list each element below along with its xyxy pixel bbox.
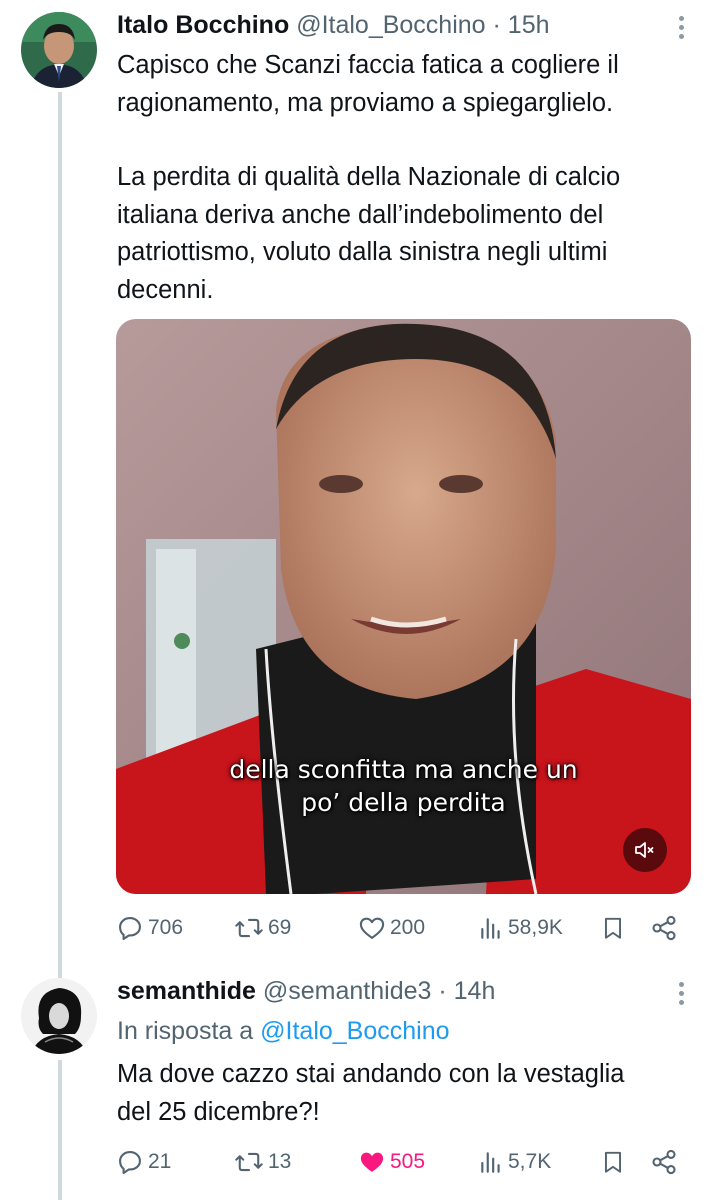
view-count: 58,9K bbox=[508, 916, 563, 939]
timestamp[interactable]: · 14h bbox=[438, 977, 495, 1005]
reply-button[interactable]: 706 bbox=[116, 910, 183, 946]
like-icon bbox=[359, 917, 385, 939]
views-button[interactable]: 58,9K bbox=[478, 910, 563, 946]
view-count: 5,7K bbox=[508, 1150, 552, 1173]
bookmark-button[interactable] bbox=[600, 1144, 626, 1180]
reply-icon bbox=[119, 1151, 141, 1175]
like-icon bbox=[360, 1152, 384, 1172]
video-caption: della sconfitta ma anche un po’ della pe… bbox=[229, 755, 578, 817]
share-button[interactable] bbox=[650, 910, 678, 946]
tweet-text: Capisco che Scanzi faccia fatica a cogli… bbox=[117, 51, 619, 117]
retweet-count: 13 bbox=[268, 1150, 292, 1173]
views-icon bbox=[481, 918, 500, 939]
muted-icon bbox=[635, 842, 654, 858]
avatar[interactable] bbox=[21, 12, 97, 88]
retweet-icon bbox=[235, 918, 263, 938]
reply-count: 21 bbox=[148, 1150, 172, 1173]
tweet-actions: 706 69 200 58,9K bbox=[116, 910, 686, 946]
bookmark-icon bbox=[604, 1151, 622, 1173]
like-button[interactable]: 505 bbox=[358, 1144, 425, 1180]
more-icon[interactable] bbox=[679, 982, 685, 1005]
bookmark-icon bbox=[604, 917, 622, 939]
reply-to-handle[interactable]: @Italo_Bocchino bbox=[260, 1017, 449, 1045]
share-button[interactable] bbox=[650, 1144, 678, 1180]
retweet-button[interactable]: 69 bbox=[234, 910, 291, 946]
reply-text: Ma dove cazzo stai andando con la vestag… bbox=[117, 1060, 625, 1126]
retweet-icon bbox=[235, 1152, 263, 1172]
retweet-count: 69 bbox=[268, 916, 292, 939]
reply-actions: 21 13 505 5,7K bbox=[116, 1144, 686, 1180]
reply-context: In risposta a @Italo_Bocchino bbox=[117, 1015, 450, 1047]
reply-to-label: In risposta a bbox=[117, 1017, 254, 1045]
reply-icon bbox=[119, 917, 141, 941]
like-count: 200 bbox=[390, 916, 426, 939]
author-handle[interactable]: @Italo_Bocchino bbox=[296, 11, 485, 39]
reply-button[interactable]: 21 bbox=[116, 1144, 171, 1180]
retweet-button[interactable]: 13 bbox=[234, 1144, 291, 1180]
author-name[interactable]: semanthide bbox=[117, 977, 256, 1005]
reply-header: semanthide @semanthide3 · 14h bbox=[117, 976, 495, 1006]
reply-count: 706 bbox=[148, 916, 184, 939]
tweet-header: Italo Bocchino @Italo_Bocchino · 15h bbox=[117, 10, 550, 40]
timestamp[interactable]: · 15h bbox=[493, 11, 550, 39]
like-button[interactable]: 200 bbox=[358, 910, 425, 946]
mute-button[interactable] bbox=[623, 828, 667, 872]
bookmark-button[interactable] bbox=[600, 910, 626, 946]
thread-line bbox=[58, 92, 62, 980]
author-handle[interactable]: @semanthide3 bbox=[263, 977, 432, 1005]
share-icon bbox=[652, 1149, 676, 1175]
thread-line bbox=[58, 1060, 62, 1200]
views-icon bbox=[481, 1152, 500, 1173]
author-name[interactable]: Italo Bocchino bbox=[117, 11, 289, 39]
like-count: 505 bbox=[390, 1150, 426, 1173]
video-player[interactable]: della sconfitta ma anche un po’ della pe… bbox=[116, 319, 691, 894]
tweet-text: La perdita di qualità della Nazionale di… bbox=[117, 163, 621, 304]
share-icon bbox=[652, 915, 676, 941]
more-icon[interactable] bbox=[679, 16, 685, 39]
views-button[interactable]: 5,7K bbox=[478, 1144, 551, 1180]
avatar[interactable] bbox=[21, 978, 97, 1054]
